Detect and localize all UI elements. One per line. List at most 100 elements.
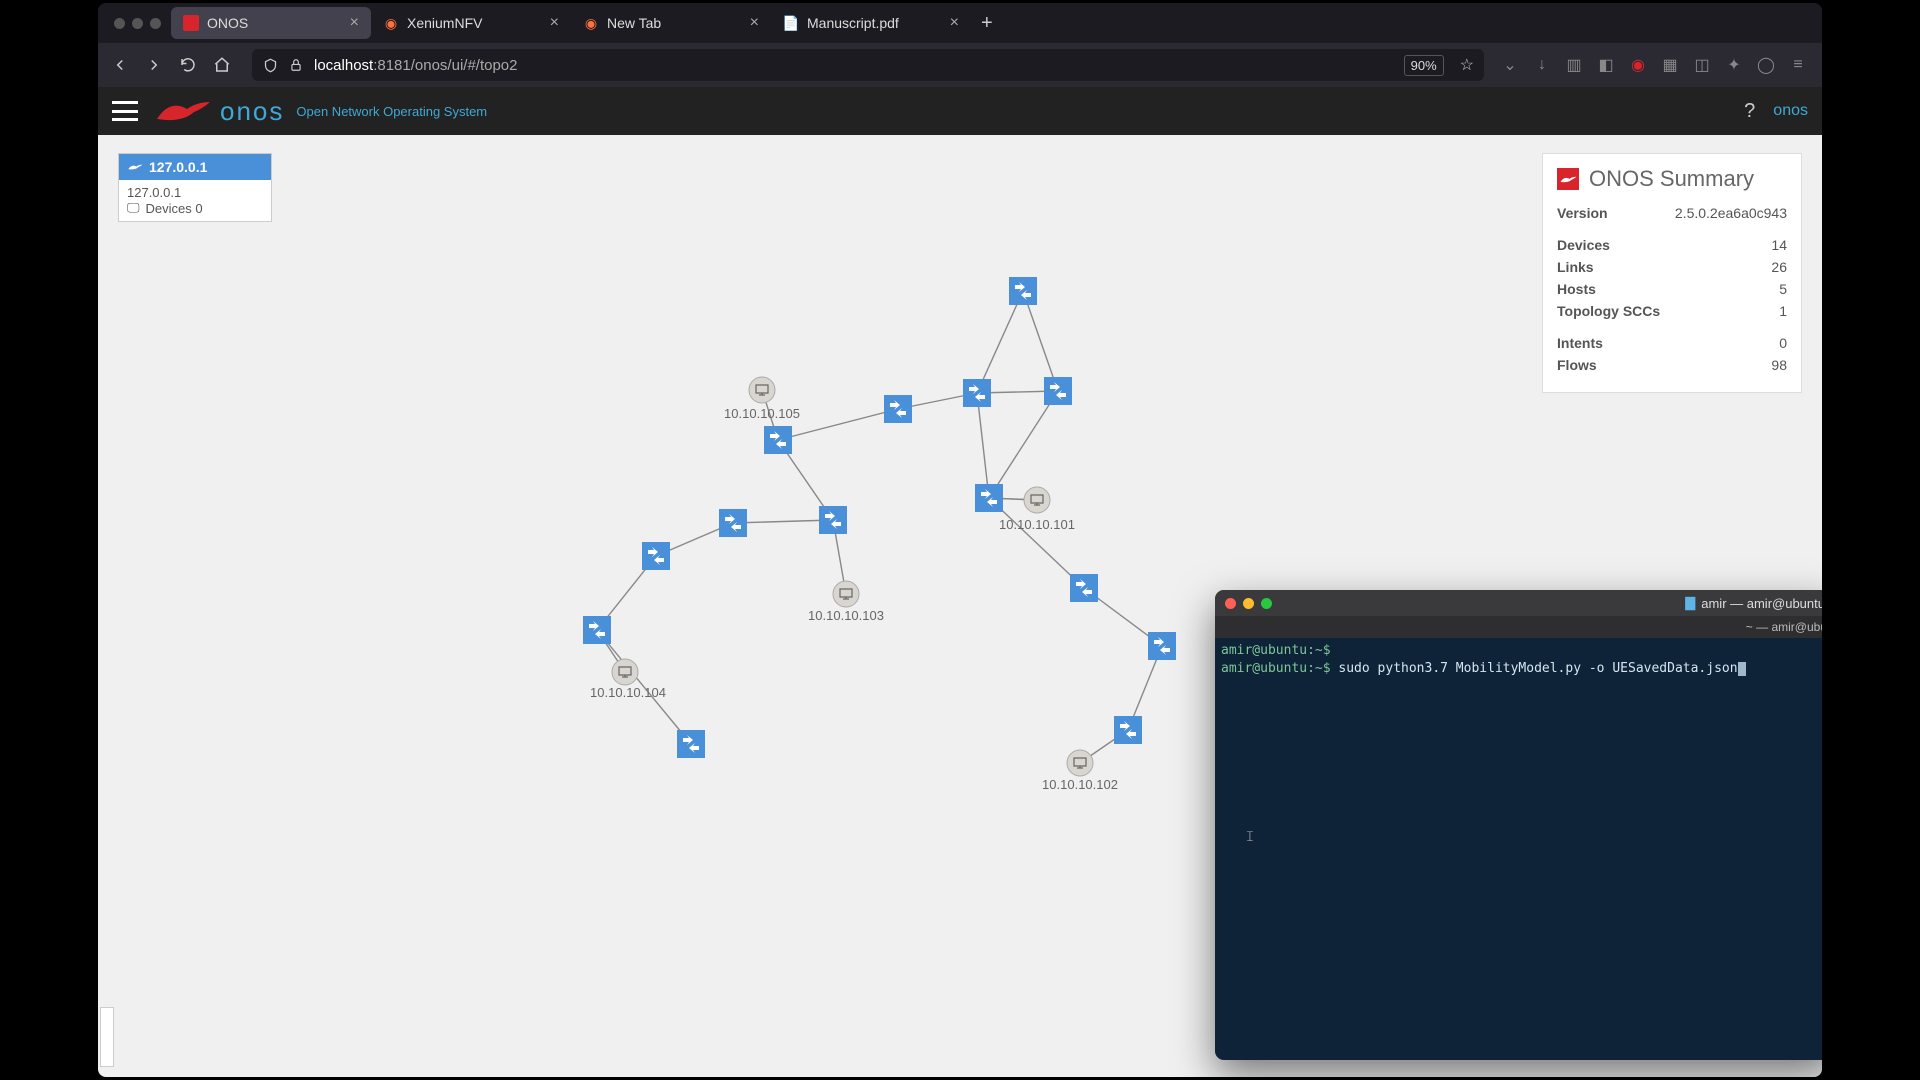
topology-link[interactable] xyxy=(1128,646,1162,730)
topology-link[interactable] xyxy=(597,630,691,744)
topology-link[interactable] xyxy=(656,523,733,556)
switch-node[interactable] xyxy=(819,506,847,534)
cluster-panel[interactable]: 127.0.0.1 127.0.0.1 🖵Devices 0 xyxy=(118,153,272,222)
cluster-header[interactable]: 127.0.0.1 xyxy=(119,154,271,180)
switch-node[interactable] xyxy=(677,730,705,758)
menu-hamburger-icon[interactable] xyxy=(112,101,138,121)
downloads-icon[interactable]: ↓ xyxy=(1532,55,1552,75)
topology-link[interactable] xyxy=(778,409,898,440)
user-label[interactable]: onos xyxy=(1773,102,1808,120)
topology-link[interactable] xyxy=(1084,588,1162,646)
topology-link[interactable] xyxy=(778,440,833,520)
host-node[interactable]: 10.10.10.101 xyxy=(999,487,1075,532)
onos-bird-icon xyxy=(152,97,212,125)
summary-row: Intents 0 xyxy=(1557,332,1787,354)
monitor-icon: 🖵 xyxy=(127,200,140,216)
topology-link[interactable] xyxy=(989,391,1058,498)
terminal-window[interactable]: ▇ amir — amir@ubuntu ~ — amir@ubu amir@u… xyxy=(1215,590,1822,1060)
switch-node[interactable] xyxy=(1148,632,1176,660)
ext-icon-5[interactable]: ◯ xyxy=(1756,55,1776,75)
switch-node[interactable] xyxy=(1114,716,1142,744)
host-node[interactable]: 10.10.10.105 xyxy=(724,377,800,421)
library-icon[interactable]: ▥ xyxy=(1564,55,1584,75)
ext-icon-1[interactable]: ◉ xyxy=(1628,55,1648,75)
topology-link[interactable] xyxy=(597,630,625,672)
back-button[interactable] xyxy=(106,51,134,79)
switch-node[interactable] xyxy=(975,484,1003,512)
switch-node[interactable] xyxy=(719,509,747,537)
tab-close-icon[interactable]: × xyxy=(550,14,559,32)
browser-toolbar: localhost:8181/onos/ui/#/topo2 90% ☆ ⌄ ↓… xyxy=(98,43,1822,87)
tab-close-icon[interactable]: × xyxy=(950,14,959,32)
summary-key: Intents xyxy=(1557,335,1603,351)
window-traffic-lights[interactable] xyxy=(104,18,171,29)
ext-icon-4[interactable]: ✦ xyxy=(1724,55,1744,75)
terminal-traffic-lights[interactable] xyxy=(1225,598,1272,609)
tab-close-icon[interactable]: × xyxy=(350,14,359,32)
terminal-output[interactable]: amir@ubuntu:~$ amir@ubuntu:~$ sudo pytho… xyxy=(1215,638,1822,681)
switch-node[interactable] xyxy=(1009,277,1037,305)
host-node[interactable]: 10.10.10.103 xyxy=(808,581,884,623)
ext-icon-2[interactable]: ▦ xyxy=(1660,55,1680,75)
forward-button[interactable] xyxy=(140,51,168,79)
summary-value: 5 xyxy=(1779,281,1787,297)
browser-tab[interactable]: ONOS× xyxy=(171,7,371,39)
browser-tab[interactable]: 📄Manuscript.pdf× xyxy=(771,7,971,39)
ext-icon-3[interactable]: ◫ xyxy=(1692,55,1712,75)
terminal-tab-bar[interactable]: ~ — amir@ubu xyxy=(1215,616,1822,638)
address-bar[interactable]: localhost:8181/onos/ui/#/topo2 90% ☆ xyxy=(252,49,1484,81)
menu-icon[interactable]: ≡ xyxy=(1788,55,1808,75)
ff-tab-icon: ◉ xyxy=(383,15,399,31)
switch-node[interactable] xyxy=(884,395,912,423)
summary-key: Topology SCCs xyxy=(1557,303,1660,319)
host-label: 10.10.10.102 xyxy=(1042,777,1118,792)
help-button[interactable]: ? xyxy=(1744,100,1755,123)
switch-node[interactable] xyxy=(642,542,670,570)
summary-key: Flows xyxy=(1557,357,1597,373)
sidebar-icon[interactable]: ◧ xyxy=(1596,55,1616,75)
host-node[interactable]: 10.10.10.104 xyxy=(590,659,666,700)
topology-link[interactable] xyxy=(597,556,656,630)
topology-link[interactable] xyxy=(989,498,1037,500)
topology-link[interactable] xyxy=(989,498,1037,500)
topology-link[interactable] xyxy=(1023,291,1058,391)
switch-node[interactable] xyxy=(1044,377,1072,405)
terminal-titlebar[interactable]: ▇ amir — amir@ubuntu xyxy=(1215,590,1822,616)
terminal-cursor xyxy=(1738,662,1746,676)
summary-row: Links26 xyxy=(1557,256,1787,278)
switch-node[interactable] xyxy=(583,616,611,644)
pocket-icon[interactable]: ⌄ xyxy=(1500,55,1520,75)
topology-link[interactable] xyxy=(762,390,778,440)
topology-link[interactable] xyxy=(989,498,1084,588)
topology-link[interactable] xyxy=(833,520,846,594)
topology-link[interactable] xyxy=(1080,730,1128,763)
ff-tab-icon: ◉ xyxy=(583,15,599,31)
summary-row: Topology SCCs1 xyxy=(1557,300,1787,322)
onos-logo: onos Open Network Operating System xyxy=(152,96,487,127)
host-node[interactable]: 10.10.10.102 xyxy=(1042,750,1118,792)
topology-link[interactable] xyxy=(977,393,989,498)
bookmark-star-icon[interactable]: ☆ xyxy=(1460,55,1474,75)
switch-node[interactable] xyxy=(963,379,991,407)
home-button[interactable] xyxy=(208,51,236,79)
new-tab-button[interactable]: + xyxy=(971,12,1003,35)
host-label: 10.10.10.104 xyxy=(590,685,666,700)
reload-button[interactable] xyxy=(174,51,202,79)
switch-node[interactable] xyxy=(1070,574,1098,602)
browser-tab[interactable]: ◉XeniumNFV× xyxy=(371,7,571,39)
folder-icon: ▇ xyxy=(1685,595,1695,611)
cluster-bird-icon xyxy=(127,159,143,175)
browser-tab[interactable]: ◉New Tab× xyxy=(571,7,771,39)
topology-canvas[interactable]: 127.0.0.1 127.0.0.1 🖵Devices 0 ONOS Summ… xyxy=(98,135,1822,1077)
summary-row: Hosts5 xyxy=(1557,278,1787,300)
zoom-indicator[interactable]: 90% xyxy=(1404,55,1444,76)
topology-link[interactable] xyxy=(898,393,977,409)
tab-close-icon[interactable]: × xyxy=(750,14,759,32)
switch-node[interactable] xyxy=(764,426,792,454)
topology-link[interactable] xyxy=(977,291,1023,393)
summary-value: 0 xyxy=(1779,335,1787,351)
topology-link[interactable] xyxy=(733,520,833,523)
summary-bird-icon xyxy=(1557,168,1579,190)
topology-link[interactable] xyxy=(977,391,1058,393)
collapsed-panel-handle[interactable] xyxy=(100,1007,114,1067)
